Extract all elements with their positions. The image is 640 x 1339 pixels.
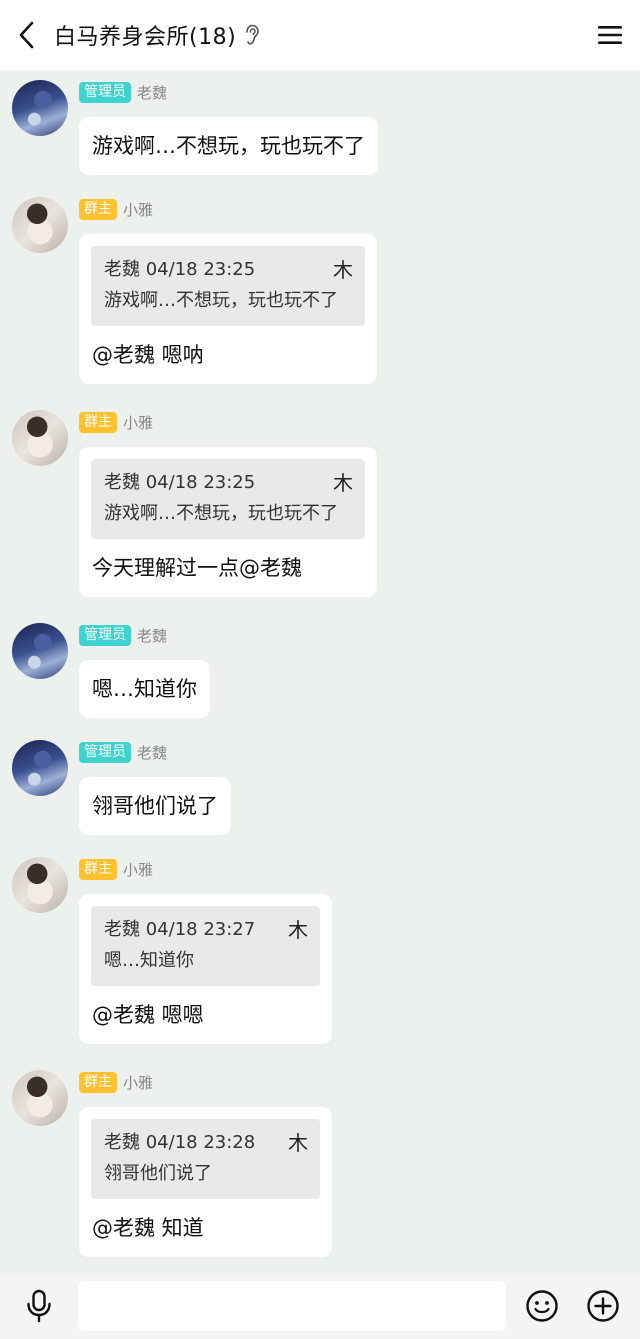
- role-badge: 管理员: [79, 741, 131, 763]
- role-badge: 群主: [79, 198, 117, 220]
- avatar[interactable]: [12, 197, 68, 253]
- quote-text: 翎哥他们说了: [104, 1163, 212, 1184]
- plus-circle-icon: [587, 1290, 619, 1322]
- sender-name: 老魏: [137, 743, 168, 762]
- reply-bubble[interactable]: 老魏 04/18 23:27 ⽊ 嗯…知道你 @老魏 嗯嗯: [79, 894, 332, 1044]
- avatar[interactable]: [12, 1070, 68, 1126]
- avatar[interactable]: [12, 410, 68, 466]
- sender-name: 小雅: [123, 1073, 154, 1092]
- avatar[interactable]: [12, 740, 68, 796]
- sender-name: 老魏: [137, 83, 168, 102]
- smiley-icon: [526, 1290, 558, 1322]
- message-meta: 管理员 老魏: [79, 741, 167, 763]
- quote-header: 老魏 04/18 23:25: [104, 472, 256, 493]
- input-toolbar: [0, 1273, 640, 1339]
- top-bar: 白马养身会所(18): [0, 0, 640, 70]
- quoted-message[interactable]: 老魏 04/18 23:25 ⽊ 游戏啊…不想玩，玩也玩不了: [91, 459, 365, 539]
- avatar[interactable]: [12, 857, 68, 913]
- quoted-message[interactable]: 老魏 04/18 23:28 ⽊ 翎哥他们说了: [91, 1119, 320, 1199]
- jump-to-quote-icon[interactable]: ⽊: [288, 1127, 308, 1159]
- quote-text: 嗯…知道你: [104, 950, 194, 971]
- chevron-left-icon: [19, 21, 34, 49]
- message-bubble[interactable]: 嗯…知道你: [79, 660, 210, 718]
- jump-to-quote-icon[interactable]: ⽊: [333, 254, 353, 286]
- avatar[interactable]: [12, 623, 68, 679]
- role-badge: 群主: [79, 411, 117, 433]
- reply-bubble[interactable]: 老魏 04/18 23:25 ⽊ 游戏啊…不想玩，玩也玩不了 @老魏 嗯呐: [79, 234, 377, 384]
- message-bubble[interactable]: 翎哥他们说了: [79, 777, 231, 835]
- message-text: 翎哥他们说了: [92, 794, 218, 818]
- message-input[interactable]: [78, 1281, 506, 1331]
- jump-to-quote-icon[interactable]: ⽊: [333, 467, 353, 499]
- jump-to-quote-icon[interactable]: ⽊: [288, 914, 308, 946]
- message-text: @老魏 嗯呐: [92, 343, 204, 367]
- message-text: 今天理解过一点@老魏: [92, 556, 302, 580]
- message-meta: 管理员 老魏: [79, 81, 167, 103]
- message-text: 游戏啊…不想玩，玩也玩不了: [92, 134, 365, 158]
- message-text: 嗯…知道你: [92, 677, 197, 701]
- quote-text: 游戏啊…不想玩，玩也玩不了: [104, 503, 338, 524]
- title-area: 白马养身会所(18): [54, 19, 580, 51]
- reply-bubble[interactable]: 老魏 04/18 23:25 ⽊ 游戏啊…不想玩，玩也玩不了 今天理解过一点@老…: [79, 447, 377, 597]
- role-badge: 管理员: [79, 624, 131, 646]
- reply-bubble[interactable]: 老魏 04/18 23:28 ⽊ 翎哥他们说了 @老魏 知道: [79, 1107, 332, 1257]
- page-title: 白马养身会所(18): [54, 25, 237, 50]
- quoted-message[interactable]: 老魏 04/18 23:25 ⽊ 游戏啊…不想玩，玩也玩不了: [91, 246, 365, 326]
- sender-name: 老魏: [137, 626, 168, 645]
- message-meta: 群主 小雅: [79, 858, 153, 880]
- message-meta: 管理员 老魏: [79, 624, 167, 646]
- role-badge: 管理员: [79, 81, 131, 103]
- sender-name: 小雅: [123, 860, 154, 879]
- message-text: @老魏 知道: [92, 1216, 204, 1240]
- hamburger-menu-icon: [598, 26, 622, 44]
- menu-button[interactable]: [580, 0, 640, 70]
- microphone-icon: [27, 1289, 51, 1323]
- sender-name: 小雅: [123, 413, 154, 432]
- quote-header: 老魏 04/18 23:25: [104, 259, 256, 280]
- message-meta: 群主 小雅: [79, 411, 153, 433]
- message-text: @老魏 嗯嗯: [92, 1003, 204, 1027]
- role-badge: 群主: [79, 1071, 117, 1093]
- message-list[interactable]: 管理员 老魏 游戏啊…不想玩，玩也玩不了 群主 小雅 老魏 04/18 23:2…: [0, 70, 640, 1273]
- voice-button[interactable]: [0, 1273, 78, 1339]
- quoted-message[interactable]: 老魏 04/18 23:27 ⽊ 嗯…知道你: [91, 906, 320, 986]
- back-button[interactable]: [0, 0, 54, 70]
- sender-name: 小雅: [123, 200, 154, 219]
- message-meta: 群主 小雅: [79, 198, 153, 220]
- emoji-button[interactable]: [506, 1273, 578, 1339]
- role-badge: 群主: [79, 858, 117, 880]
- avatar[interactable]: [12, 80, 68, 136]
- quote-header: 老魏 04/18 23:28: [104, 1132, 256, 1153]
- quote-header: 老魏 04/18 23:27: [104, 919, 256, 940]
- message-meta: 群主 小雅: [79, 1071, 153, 1093]
- more-button[interactable]: [578, 1273, 628, 1339]
- message-bubble[interactable]: 游戏啊…不想玩，玩也玩不了: [79, 117, 378, 175]
- quote-text: 游戏啊…不想玩，玩也玩不了: [104, 290, 338, 311]
- ear-icon: [244, 24, 260, 46]
